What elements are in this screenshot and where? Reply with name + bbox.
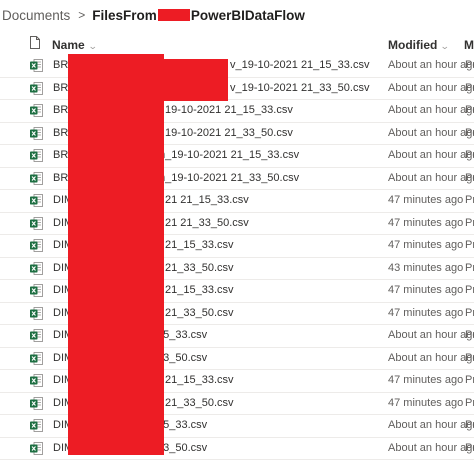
file-name-tail: m_19-10-2021 21_33_50.csv xyxy=(156,172,299,184)
breadcrumb-separator: > xyxy=(78,8,85,22)
modified-by: Pr xyxy=(465,82,474,94)
modified-time: 47 minutes ago xyxy=(388,284,463,296)
modified-time: About an hour ago xyxy=(388,172,474,184)
excel-file-icon xyxy=(30,104,43,117)
modified-by: Pr xyxy=(465,172,474,184)
modified-time: About an hour ago xyxy=(388,352,474,364)
excel-file-icon xyxy=(30,82,43,95)
modified-time: About an hour ago xyxy=(388,419,474,431)
file-name-tail: 21 21_33_50.csv xyxy=(165,217,249,229)
excel-file-icon xyxy=(30,284,43,297)
modified-by: Pr xyxy=(465,284,474,296)
file-type-header-icon[interactable] xyxy=(30,36,40,49)
modified-time: 47 minutes ago xyxy=(388,397,463,409)
column-header-modified-by[interactable]: M xyxy=(464,38,474,52)
excel-file-icon xyxy=(30,352,43,365)
modified-time: About an hour ago xyxy=(388,149,474,161)
file-name-tail: 15_33.csv xyxy=(157,329,207,341)
redaction-block xyxy=(150,59,228,101)
modified-time: About an hour ago xyxy=(388,59,474,71)
breadcrumb: Documents > FilesFrom PowerBIDataFlow xyxy=(0,0,474,30)
excel-file-icon xyxy=(30,217,43,230)
excel-file-icon xyxy=(30,194,43,207)
column-header-modified[interactable]: Modified⌄ xyxy=(388,38,449,52)
file-name-tail: 21_15_33.csv xyxy=(165,374,234,386)
modified-by: Pr xyxy=(465,262,474,274)
file-name-tail: 19-10-2021 21_33_50.csv xyxy=(165,127,293,139)
breadcrumb-current-prefix: FilesFrom xyxy=(92,8,157,23)
redaction-block xyxy=(68,54,164,455)
file-name-tail: 19-10-2021 21_15_33.csv xyxy=(165,104,293,116)
excel-file-icon xyxy=(30,172,43,185)
excel-file-icon xyxy=(30,397,43,410)
file-name-tail: 21_15_33.csv xyxy=(165,239,234,251)
file-name-tail: m_19-10-2021 21_15_33.csv xyxy=(156,149,299,161)
modified-by: Pr xyxy=(465,397,474,409)
file-name-tail: 21_33_50.csv xyxy=(165,397,234,409)
modified-time: 47 minutes ago xyxy=(388,239,463,251)
modified-by: Pr xyxy=(465,239,474,251)
modified-by: Pr xyxy=(465,149,474,161)
modified-time: About an hour ago xyxy=(388,127,474,139)
column-header-name-label: Name xyxy=(52,38,85,52)
column-header-modified-label: Modified xyxy=(388,38,437,52)
modified-time: 43 minutes ago xyxy=(388,262,463,274)
excel-file-icon xyxy=(30,239,43,252)
modified-time: About an hour ago xyxy=(388,329,474,341)
breadcrumb-documents[interactable]: Documents xyxy=(0,8,70,23)
file-name-tail: 21_33_50.csv xyxy=(165,307,234,319)
modified-by: Pr xyxy=(465,329,474,341)
file-name-tail: 21_33_50.csv xyxy=(165,262,234,274)
modified-by: Pr xyxy=(465,442,474,454)
excel-file-icon xyxy=(30,59,43,72)
file-name-tail: 15_33.csv xyxy=(157,419,207,431)
modified-by: Pr xyxy=(465,104,474,116)
modified-time: 47 minutes ago xyxy=(388,307,463,319)
modified-time: 47 minutes ago xyxy=(388,217,463,229)
file-name-tail: v_19-10-2021 21_15_33.csv xyxy=(230,59,369,71)
modified-time: About an hour ago xyxy=(388,104,474,116)
modified-by: Pr xyxy=(465,374,474,386)
file-name-tail: v_19-10-2021 21_33_50.csv xyxy=(230,82,369,94)
modified-by: Pr xyxy=(465,419,474,431)
modified-by: Pr xyxy=(465,127,474,139)
excel-file-icon xyxy=(30,262,43,275)
chevron-down-icon: ⌄ xyxy=(440,41,450,52)
excel-file-icon xyxy=(30,307,43,320)
column-header-name[interactable]: Name⌄ xyxy=(52,38,96,52)
modified-time: About an hour ago xyxy=(388,82,474,94)
file-name-tail: 21_15_33.csv xyxy=(165,284,234,296)
file-name-tail: 33_50.csv xyxy=(157,352,207,364)
modified-time: 47 minutes ago xyxy=(388,374,463,386)
modified-by: Pr xyxy=(465,352,474,364)
file-name-tail: 33_50.csv xyxy=(157,442,207,454)
breadcrumb-current-suffix: PowerBIDataFlow xyxy=(191,8,305,23)
modified-time: 47 minutes ago xyxy=(388,194,463,206)
excel-file-icon xyxy=(30,127,43,140)
excel-file-icon xyxy=(30,442,43,455)
chevron-down-icon: ⌄ xyxy=(88,41,98,52)
modified-by: Pr xyxy=(465,194,474,206)
breadcrumb-current-folder: FilesFrom PowerBIDataFlow xyxy=(92,8,305,23)
excel-file-icon xyxy=(30,374,43,387)
file-name-tail: 21 21_15_33.csv xyxy=(165,194,249,206)
redaction-mark xyxy=(158,9,190,21)
modified-by: Pr xyxy=(465,217,474,229)
column-header-row: Name⌄ Modified⌄ M xyxy=(0,32,474,56)
modified-time: About an hour ago xyxy=(388,442,474,454)
excel-file-icon xyxy=(30,329,43,342)
modified-by: Pr xyxy=(465,307,474,319)
modified-by: Pr xyxy=(465,59,474,71)
excel-file-icon xyxy=(30,149,43,162)
excel-file-icon xyxy=(30,419,43,432)
